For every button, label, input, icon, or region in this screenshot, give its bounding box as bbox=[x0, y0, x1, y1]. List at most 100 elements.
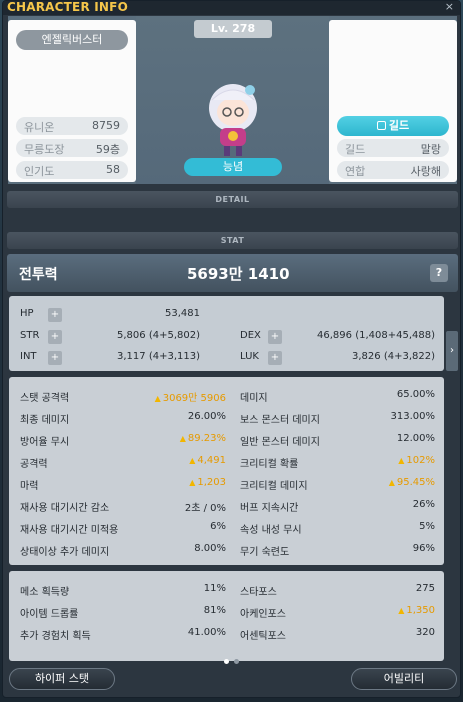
guild-button[interactable]: 길드 bbox=[337, 116, 449, 136]
mureung-label: 무릉도장 bbox=[24, 143, 65, 156]
detail-left-stat-label: 상태이상 추가 데미지 bbox=[20, 547, 110, 558]
combat-power-label: 전투력 bbox=[19, 267, 58, 283]
detail-right-stat-row: 무기 숙련도 96% bbox=[240, 543, 435, 558]
job-badge: 능념 bbox=[184, 158, 282, 176]
page-indicator bbox=[224, 649, 244, 668]
detail-left-stat-value-wrap: 6% bbox=[210, 521, 226, 532]
detail-right-stat-label: 일반 몬스터 데미지 bbox=[240, 437, 320, 448]
misc-left-stat-value: 41.00% bbox=[187, 627, 226, 638]
misc-right-stat-row: 어센틱포스 320 bbox=[240, 627, 435, 642]
next-page-arrow[interactable]: › bbox=[446, 331, 458, 371]
detail-right-stat-label: 크리티컬 확률 bbox=[240, 459, 299, 470]
detail-stats-panel: 스탯 공격력 ▲ 3069만 5906 최종 데미지 26.00% 방어율 무시 ▲ 89.2… bbox=[9, 377, 444, 565]
title-bar[interactable]: CHARACTER INFO × bbox=[3, 1, 460, 15]
detail-section-header[interactable]: DETAIL bbox=[7, 191, 458, 208]
detail-left-stat-row: 최종 데미지 26.00% bbox=[20, 411, 226, 426]
detail-left-stat-row: 재사용 대기시간 감소 2초 / 0% bbox=[20, 499, 226, 514]
detail-right-stat-value: 65.00% bbox=[396, 389, 435, 400]
luk-value: 3,826 (4+3,822) bbox=[352, 351, 435, 362]
close-icon[interactable]: × bbox=[445, 1, 454, 13]
int-value: 3,117 (4+3,113) bbox=[117, 351, 200, 362]
hp-plus-button[interactable]: + bbox=[48, 308, 62, 322]
detail-left-stat-value: 2초 / 0% bbox=[184, 503, 226, 514]
detail-right-stat-value-wrap: 12.00% bbox=[397, 433, 435, 444]
hp-row: HP + 53,481 bbox=[20, 308, 200, 322]
misc-right-stat-value-wrap: ▲ 1,350 bbox=[398, 605, 435, 616]
increase-arrow-icon: ▲ bbox=[398, 456, 405, 465]
character-name: 엔젤릭버스터 bbox=[16, 30, 128, 50]
character-info-window: CHARACTER INFO × 엔젤릭버스터 유니온 8759 무릉도장 59… bbox=[2, 0, 461, 698]
misc-right-stat-row: 아케인포스 ▲ 1,350 bbox=[240, 605, 435, 620]
str-row: STR + 5,806 (4+5,802) bbox=[20, 330, 200, 344]
ability-button[interactable]: 어빌리티 bbox=[351, 668, 457, 690]
base-stats-panel: HP + 53,481 STR + 5,806 (4+5,802) INT + … bbox=[9, 296, 444, 371]
dex-row: DEX + 46,896 (1,408+45,488) bbox=[240, 330, 435, 344]
misc-right-stat-value: 1,350 bbox=[406, 605, 435, 616]
hyper-stat-button[interactable]: 하이퍼 스탯 bbox=[9, 668, 115, 690]
combat-power-value: 5693만 1410 bbox=[187, 265, 290, 283]
misc-left-stat-value-wrap: 41.00% bbox=[188, 627, 226, 638]
misc-left-stat-label: 아이템 드롭률 bbox=[20, 609, 79, 620]
character-avatar bbox=[209, 84, 257, 156]
str-plus-button[interactable]: + bbox=[48, 330, 62, 344]
union-row: 유니온 8759 bbox=[16, 117, 128, 135]
guild-row: 길드 말랑 bbox=[337, 139, 449, 157]
misc-left-stat-row: 추가 경험치 획득 41.00% bbox=[20, 627, 226, 642]
detail-left-stat-row: 마력 ▲ 1,203 bbox=[20, 477, 226, 492]
detail-left-stat-value: 89.23% bbox=[187, 433, 226, 444]
dex-label: DEX bbox=[240, 330, 261, 341]
detail-right-stat-value: 5% bbox=[419, 521, 435, 532]
detail-left-stat-value: 4,491 bbox=[197, 455, 226, 466]
increase-arrow-icon: ▲ bbox=[388, 478, 395, 487]
detail-left-stat-value-wrap: ▲ 89.23% bbox=[180, 433, 226, 444]
detail-left-stat-row: 방어율 무시 ▲ 89.23% bbox=[20, 433, 226, 448]
misc-right-stat-label: 어센틱포스 bbox=[240, 631, 286, 642]
detail-right-stat-row: 속성 내성 무시 5% bbox=[240, 521, 435, 536]
misc-right-stat-label: 스타포스 bbox=[240, 587, 277, 598]
detail-right-stat-row: 데미지 65.00% bbox=[240, 389, 435, 404]
detail-left-stat-label: 마력 bbox=[20, 481, 39, 492]
detail-left-stat-row: 스탯 공격력 ▲ 3069만 5906 bbox=[20, 389, 226, 404]
detail-right-stat-value-wrap: ▲ 102% bbox=[398, 455, 435, 466]
dex-plus-button[interactable]: + bbox=[268, 330, 282, 344]
help-button[interactable]: ? bbox=[430, 264, 448, 282]
detail-left-stat-value: 8.00% bbox=[194, 543, 226, 554]
detail-left-stat-value: 6% bbox=[210, 521, 226, 532]
detail-left-stat-value-wrap: 26.00% bbox=[188, 411, 226, 422]
detail-right-stat-value: 313.00% bbox=[390, 411, 436, 422]
guild-label: 길드 bbox=[345, 143, 366, 156]
misc-right-stat-value: 320 bbox=[415, 627, 435, 638]
detail-right-stat-label: 보스 몬스터 데미지 bbox=[240, 415, 320, 426]
profile-area: 엔젤릭버스터 유니온 8759 무릉도장 59층 인기도 58 Lv. 278 bbox=[8, 16, 457, 184]
page-dot-1[interactable] bbox=[224, 659, 229, 664]
luk-label: LUK bbox=[240, 351, 259, 362]
int-plus-button[interactable]: + bbox=[48, 351, 62, 365]
profile-right-card: 길드 길드 말랑 연합 사랑해 bbox=[329, 20, 457, 182]
stat-section-header[interactable]: STAT bbox=[7, 232, 458, 249]
alliance-value: 사랑해 bbox=[410, 165, 441, 178]
misc-right-stat-label: 아케인포스 bbox=[240, 609, 286, 620]
detail-right-stat-value-wrap: 96% bbox=[413, 543, 435, 554]
union-value: 8759 bbox=[92, 119, 120, 132]
guild-value: 말랑 bbox=[420, 143, 441, 156]
alliance-label: 연합 bbox=[345, 165, 366, 178]
detail-right-stat-row: 버프 지속시간 26% bbox=[240, 499, 435, 514]
detail-left-stat-label: 재사용 대기시간 감소 bbox=[20, 503, 110, 514]
misc-right-stat-value-wrap: 275 bbox=[416, 583, 435, 594]
detail-left-stat-value: 3069만 5906 bbox=[162, 393, 226, 404]
misc-left-stat-value-wrap: 81% bbox=[204, 605, 226, 616]
str-value: 5,806 (4+5,802) bbox=[117, 330, 200, 341]
detail-right-stat-row: 크리티컬 확률 ▲ 102% bbox=[240, 455, 435, 470]
luk-plus-button[interactable]: + bbox=[268, 351, 282, 365]
dex-value: 46,896 (1,408+45,488) bbox=[317, 330, 435, 341]
mureung-row: 무릉도장 59층 bbox=[16, 139, 128, 157]
misc-left-stat-value: 11% bbox=[203, 583, 226, 594]
detail-right-stat-value: 96% bbox=[412, 543, 435, 554]
detail-right-stat-value-wrap: ▲ 95.45% bbox=[389, 477, 435, 488]
detail-left-stat-value-wrap: 8.00% bbox=[194, 543, 226, 554]
detail-right-stat-row: 보스 몬스터 데미지 313.00% bbox=[240, 411, 436, 426]
misc-left-stat-row: 메소 획득량 11% bbox=[20, 583, 226, 598]
page-dot-2[interactable] bbox=[234, 659, 239, 664]
detail-left-stat-label: 재사용 대기시간 미적용 bbox=[20, 525, 119, 536]
int-label: INT bbox=[20, 351, 37, 362]
